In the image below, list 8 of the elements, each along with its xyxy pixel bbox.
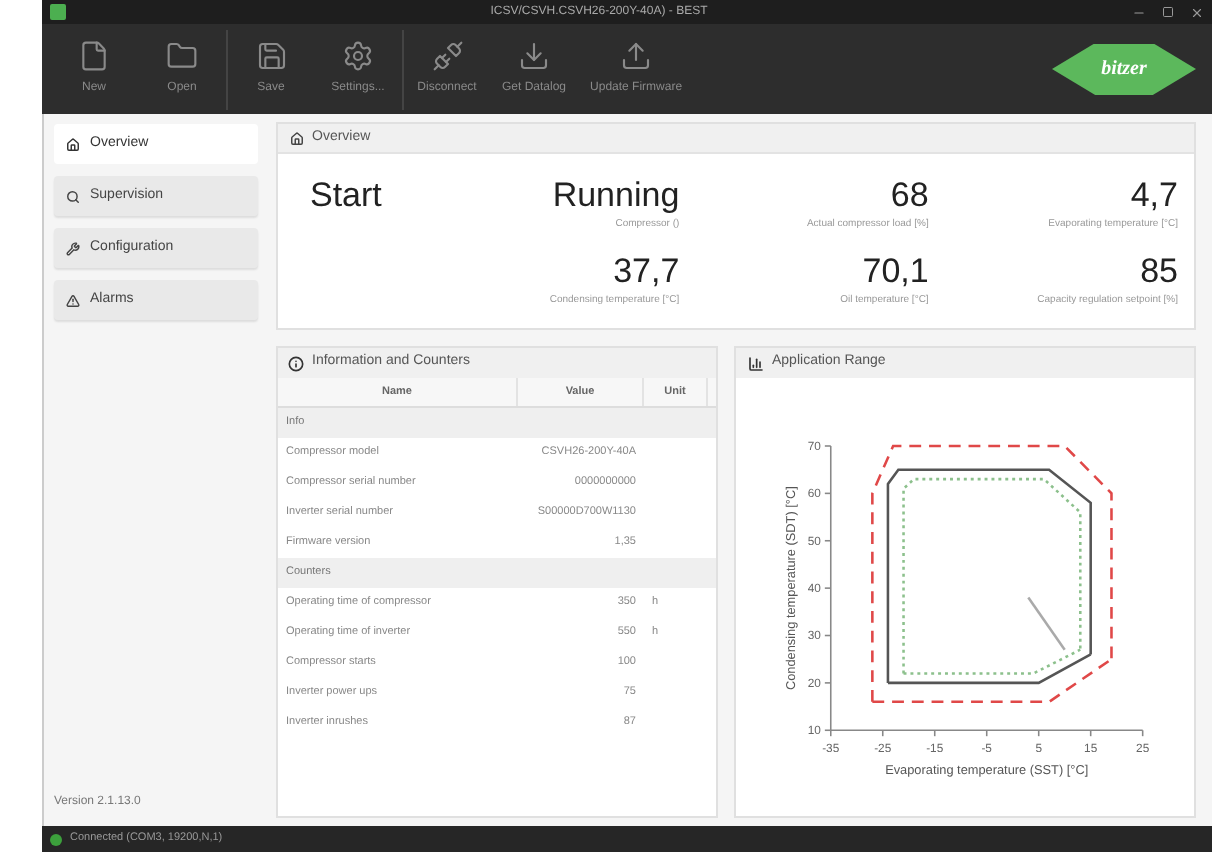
state-value: Start xyxy=(310,174,384,218)
reading-value: 70,1 xyxy=(862,249,929,293)
reading-value: 85 xyxy=(1140,249,1178,293)
reading-value: 68 xyxy=(890,174,929,218)
reading-value: Running xyxy=(552,174,680,218)
reading-value: 37,7 xyxy=(613,249,680,293)
logo: bitzer xyxy=(1052,43,1196,95)
reading-value: 4,7 xyxy=(1130,174,1178,218)
